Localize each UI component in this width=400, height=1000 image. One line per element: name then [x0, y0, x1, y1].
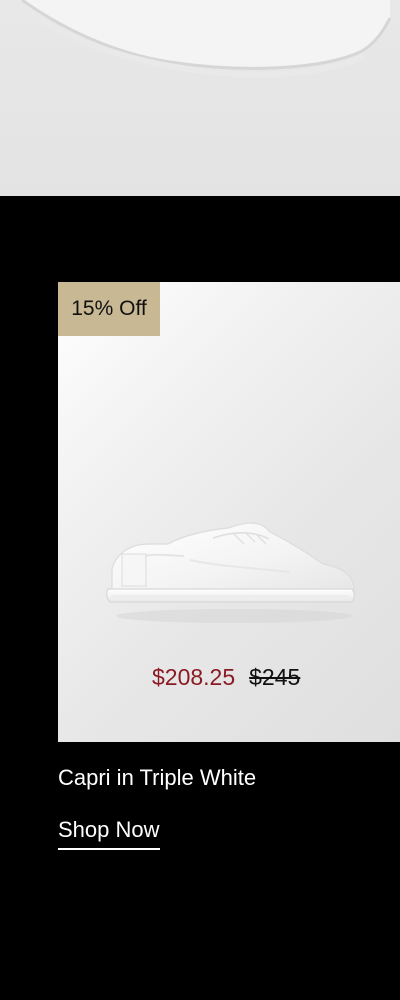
sale-price: $208.25 [152, 664, 236, 690]
discount-badge: 15% Off [58, 282, 160, 336]
product-card[interactable]: 15% Off $208.25 $245 [58, 282, 400, 742]
price-row: $208.25 $245 [152, 664, 352, 691]
original-price: $245 [249, 664, 301, 690]
previous-product-image[interactable] [0, 0, 400, 196]
product-name: Capri in Triple White [58, 765, 257, 790]
shop-now-link[interactable]: Shop Now [58, 816, 160, 850]
sneaker-image [106, 522, 355, 623]
shoe-sole-image [21, 0, 392, 78]
